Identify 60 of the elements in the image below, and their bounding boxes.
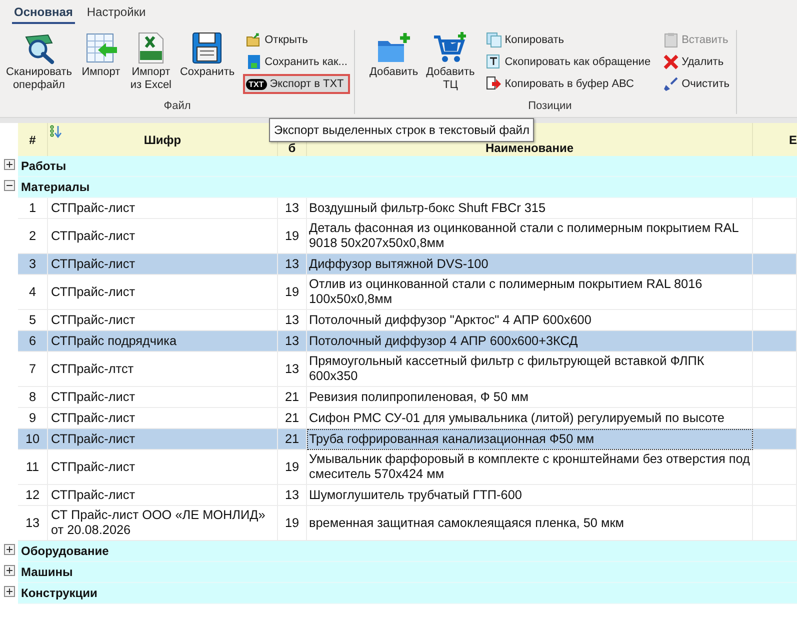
- ribbon-large-button[interactable]: Импорт из Excel: [128, 30, 174, 92]
- expand-button[interactable]: [4, 565, 14, 576]
- file-type-badge: TXT: [246, 78, 267, 90]
- cross-icon: [662, 54, 679, 70]
- table-row[interactable]: 11 СТПрайс-лист 19 Умывальник фарфоровый в комплекте с кронштейнами без отверстия под смеситель 570х424 мм: [18, 450, 797, 485]
- group-label: Файл: [162, 99, 192, 114]
- table-row[interactable]: 13 СТ Прайс-лист ООО «ЛЕ МОНЛИД» от 20.08.2026 19 временная защитная самоклеящаяся пленка, 50 мкм: [18, 506, 797, 541]
- expand-button[interactable]: [4, 159, 14, 170]
- collapse-button[interactable]: [4, 180, 14, 191]
- ribbon-small-button[interactable]: Удалить: [660, 52, 732, 72]
- tooltip: Экспорт выделенных строк в текстовый файл: [269, 118, 534, 142]
- ribbon-small-button[interactable]: Копировать в буфер АВС: [482, 74, 654, 94]
- expand-button[interactable]: [4, 586, 14, 597]
- group-row[interactable]: Работы: [18, 156, 797, 177]
- ribbon-large-button[interactable]: Добавить ТЦ: [424, 30, 477, 92]
- column-header[interactable]: #: [29, 130, 36, 148]
- ribbon-large-button[interactable]: Импорт: [78, 30, 124, 79]
- table-row[interactable]: 3 СТПрайс-лист 13 Диффузор вытяжной DVS-100: [18, 254, 797, 275]
- ribbon-large-button[interactable]: Сохранить: [178, 30, 237, 79]
- group-label: Позиции: [527, 99, 573, 114]
- brush-icon: [662, 76, 679, 92]
- spreadsheet-file-icon: [136, 31, 166, 65]
- folder-arrow-icon: [246, 32, 262, 48]
- copy-reference-icon: [486, 54, 502, 70]
- column-header[interactable]: Наименование: [485, 142, 574, 155]
- column-header[interactable]: Е: [788, 130, 797, 148]
- table-row[interactable]: 1 СТПрайс-лист 13 Воздушный фильтр-бокс Shuft FBCr 315: [18, 198, 797, 219]
- copy-pages-icon: [486, 32, 502, 48]
- ribbon-small-button[interactable]: Очистить: [660, 74, 732, 94]
- ribbon-large-button[interactable]: Сканировать оперфайл: [4, 30, 74, 92]
- table-row[interactable]: 8 СТПрайс-лист 21 Ревизия полипропиленовая, Ф 50 мм: [18, 387, 797, 408]
- table-row[interactable]: 5 СТПрайс-лист 13 Потолочный диффузор "Арктос" 4 АПР 600х600: [18, 310, 797, 331]
- cart-plus-icon: [432, 31, 468, 65]
- clipboard-icon: [662, 32, 679, 48]
- sort-arrow-icon: [50, 125, 64, 139]
- ribbon-small-button[interactable]: Открыть: [242, 30, 350, 50]
- ribbon-small-button[interactable]: TXT Экспорт в ТХТ: [242, 74, 350, 94]
- table-row[interactable]: 7 СТПрайс-лтст 13 Прямоугольный кассетный фильтр с фильтрующей вставкой ФЛПК 600х350: [18, 352, 797, 387]
- ribbon-tab[interactable]: Основная: [12, 2, 75, 24]
- group-row[interactable]: Материалы: [18, 177, 797, 198]
- table-row[interactable]: 12 СТПрайс-лист 13 Шумоглушитель трубчатый ГТП-600: [18, 485, 797, 506]
- table-row[interactable]: 4 СТПрайс-лист 19 Отлив из оцинкованной стали с полимерным покрытием RAL 8016 100х50х0,8мм: [18, 275, 797, 310]
- ribbon-small-button[interactable]: Скопировать как обращение: [482, 52, 654, 72]
- expand-button[interactable]: [4, 544, 14, 555]
- group-row[interactable]: Конструкции: [18, 583, 797, 604]
- page-arrow-icon: [486, 76, 502, 92]
- ribbon-large-button[interactable]: Добавить: [367, 30, 420, 79]
- table-arrow-icon: [84, 31, 118, 65]
- ribbon-small-button[interactable]: Сохранить как...: [242, 52, 350, 72]
- group-row[interactable]: Оборудование: [18, 541, 797, 562]
- table-row[interactable]: 6 СТПрайс подрядчика 13 Потолочный диффузор 4 АПР 600х600+3КСД: [18, 331, 797, 352]
- table-row[interactable]: 10 СТПрайс-лист 21 Труба гофрированная канализационная Ф50 мм: [18, 429, 797, 450]
- folder-plus-icon: [376, 31, 412, 65]
- table-row[interactable]: 9 СТПрайс-лист 21 Сифон РМС СУ-01 для умывальника (литой) регулируемый по высоте: [18, 408, 797, 429]
- ribbon-small-button[interactable]: Копировать: [482, 30, 654, 50]
- group-row[interactable]: Машины: [18, 562, 797, 583]
- column-header[interactable]: б: [288, 142, 296, 155]
- column-header[interactable]: Шифр: [144, 130, 182, 148]
- table-row[interactable]: 2 СТПрайс-лист 19 Деталь фасонная из оцинкованной стали с полимерным покрытием RAL 9018 50х207х50х0,8мм: [18, 219, 797, 254]
- ribbon-tab[interactable]: Настройки: [84, 2, 148, 24]
